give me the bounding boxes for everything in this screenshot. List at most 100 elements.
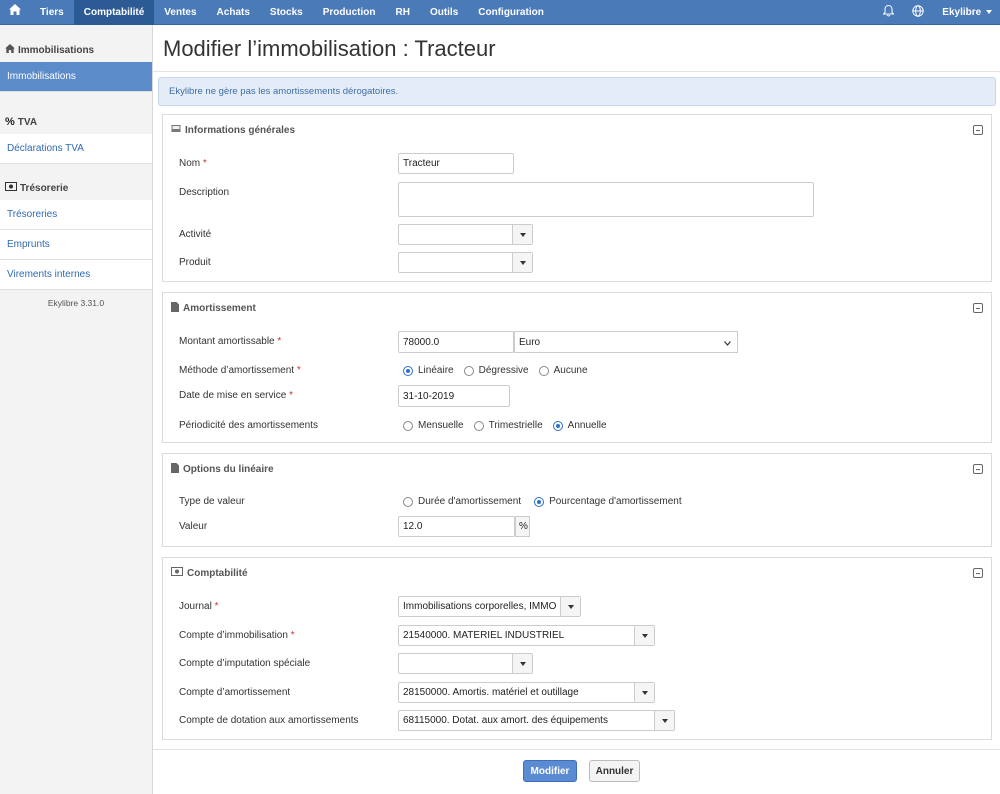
activite-select[interactable]	[398, 224, 533, 245]
sidebar-item-virements-internes[interactable]: Virements internes	[0, 260, 152, 290]
methode-label: Méthode d’amortissement *	[179, 365, 301, 376]
radio-icon	[473, 420, 484, 431]
dropdown-button[interactable]	[634, 683, 654, 702]
globe-icon[interactable]	[912, 5, 924, 20]
caret-down-icon	[519, 232, 526, 237]
radio-icon	[403, 496, 413, 507]
nav-ventes[interactable]: Ventes	[154, 0, 206, 25]
radio-icon	[403, 420, 413, 431]
collapse-icon[interactable]	[973, 125, 983, 135]
book-icon	[171, 124, 181, 136]
main-menu: Tiers Comptabilité Ventes Achats Stocks …	[0, 0, 554, 25]
date-label: Date de mise en service *	[179, 390, 293, 401]
methode-option-degressive[interactable]: Dégressive	[463, 365, 529, 376]
collapse-icon[interactable]	[973, 303, 983, 313]
file-icon	[171, 462, 179, 476]
nom-label: Nom *	[179, 158, 207, 169]
compte-amortissement-select[interactable]: 28150000. Amortis. matériel et outillage	[398, 682, 655, 703]
date-input[interactable]: 31-10-2019	[398, 385, 510, 407]
sidebar-item-immobilisations[interactable]: Immobilisations	[0, 62, 152, 92]
collapse-icon[interactable]	[973, 464, 983, 474]
compte-imputation-select[interactable]	[398, 653, 533, 674]
divider	[153, 749, 1000, 750]
money-icon	[5, 182, 17, 194]
sidebar-section-tresorerie: Trésorerie	[0, 176, 152, 200]
annuler-button[interactable]: Annuler	[589, 760, 640, 782]
periodicite-option-annuelle[interactable]: Annuelle	[552, 420, 607, 431]
nav-tiers[interactable]: Tiers	[30, 0, 74, 25]
produit-label: Produit	[179, 257, 211, 268]
radio-icon	[538, 365, 549, 376]
journal-value: Immobilisations corporelles, IMMO	[403, 601, 557, 612]
type-option-pourcentage[interactable]: Pourcentage d'amortissement	[534, 496, 682, 507]
file-icon	[171, 301, 179, 315]
radio-selected-icon	[403, 365, 413, 376]
panel-title: Comptabilité	[187, 567, 248, 579]
description-label: Description	[179, 187, 230, 198]
periodicite-label: Périodicité des amortissements	[179, 420, 318, 431]
nav-achats[interactable]: Achats	[207, 0, 260, 25]
dropdown-button[interactable]	[654, 711, 674, 730]
panel-header[interactable]: Informations générales	[163, 115, 991, 145]
collapse-icon[interactable]	[973, 568, 983, 578]
montant-input[interactable]: 78000.0 Euro	[398, 331, 738, 353]
journal-select[interactable]: Immobilisations corporelles, IMMO	[398, 596, 581, 617]
nom-input[interactable]: Tracteur	[398, 153, 514, 174]
sidebar-section-title: TVA	[17, 116, 38, 128]
percent-icon: %	[5, 116, 15, 128]
nav-stocks[interactable]: Stocks	[260, 0, 313, 25]
main-content: Modifier l’immobilisation : Tracteur Eky…	[153, 25, 1000, 794]
sidebar-item-emprunts[interactable]: Emprunts	[0, 230, 152, 260]
divider	[153, 71, 1000, 72]
panel-options-lineaire: Options du linéaire Type de valeur Durée…	[162, 453, 992, 547]
type-option-duree[interactable]: Durée d'amortissement	[403, 496, 521, 507]
periodicite-option-mensuelle[interactable]: Mensuelle	[403, 420, 464, 431]
journal-label: Journal *	[179, 601, 219, 612]
user-menu[interactable]: Ekylibre	[942, 7, 992, 18]
nav-outils[interactable]: Outils	[420, 0, 468, 25]
panel-header[interactable]: Amortissement	[163, 293, 991, 323]
panel-header[interactable]: Options du linéaire	[163, 454, 991, 484]
methode-option-lineaire[interactable]: Linéaire	[403, 365, 454, 376]
compte-immobilisation-select[interactable]: 21540000. MATERIEL INDUSTRIEL	[398, 625, 655, 646]
nav-rh[interactable]: RH	[385, 0, 419, 25]
caret-down-icon	[661, 718, 668, 723]
radio-selected-icon	[534, 496, 545, 507]
dropdown-button[interactable]	[634, 626, 654, 645]
bell-icon[interactable]	[882, 4, 896, 20]
sidebar-item-declarations-tva[interactable]: Déclarations TVA	[0, 134, 152, 164]
valeur-input[interactable]: 12.0 %	[398, 516, 530, 537]
sidebar-item-tresoreries[interactable]: Trésoreries	[0, 200, 152, 230]
caret-down-icon	[519, 260, 526, 265]
panel-title: Informations générales	[185, 124, 296, 136]
top-navbar: Tiers Comptabilité Ventes Achats Stocks …	[0, 0, 1000, 25]
panel-header[interactable]: Comptabilité	[163, 558, 991, 588]
compte-immobilisation-label: Compte d’immobilisation *	[179, 630, 295, 641]
currency-select[interactable]: Euro	[514, 331, 738, 353]
dropdown-button[interactable]	[512, 253, 532, 272]
sidebar: Immobilisations Immobilisations % TVA Dé…	[0, 25, 153, 794]
panel-title: Options du linéaire	[183, 463, 274, 475]
dropdown-button[interactable]	[560, 597, 580, 616]
dropdown-button[interactable]	[512, 225, 532, 244]
dropdown-button[interactable]	[512, 654, 532, 673]
panel-informations-generales: Informations générales Nom * Tracteur De…	[162, 114, 992, 282]
valeur-unit: %	[515, 516, 530, 537]
methode-radio-group: Linéaire Dégressive Aucune	[403, 365, 588, 376]
compte-dotation-label: Compte de dotation aux amortissements	[179, 715, 359, 726]
compte-dotation-select[interactable]: 68115000. Dotat. aux amort. des équipeme…	[398, 710, 675, 731]
nav-production[interactable]: Production	[313, 0, 386, 25]
modifier-button[interactable]: Modifier	[523, 760, 577, 782]
sidebar-section-tva: % TVA	[0, 110, 152, 134]
nav-configuration[interactable]: Configuration	[468, 0, 554, 25]
nav-home[interactable]	[0, 0, 30, 25]
sidebar-section-title: Immobilisations	[18, 44, 95, 56]
page-title: Modifier l’immobilisation : Tracteur	[163, 36, 496, 61]
periodicite-option-trimestrielle[interactable]: Trimestrielle	[473, 420, 543, 431]
compte-dotation-value: 68115000. Dotat. aux amort. des équipeme…	[403, 715, 608, 726]
currency-value: Euro	[519, 336, 541, 348]
nav-comptabilite[interactable]: Comptabilité	[73, 0, 155, 25]
description-textarea[interactable]	[398, 182, 814, 217]
methode-option-aucune[interactable]: Aucune	[538, 365, 588, 376]
produit-select[interactable]	[398, 252, 533, 273]
